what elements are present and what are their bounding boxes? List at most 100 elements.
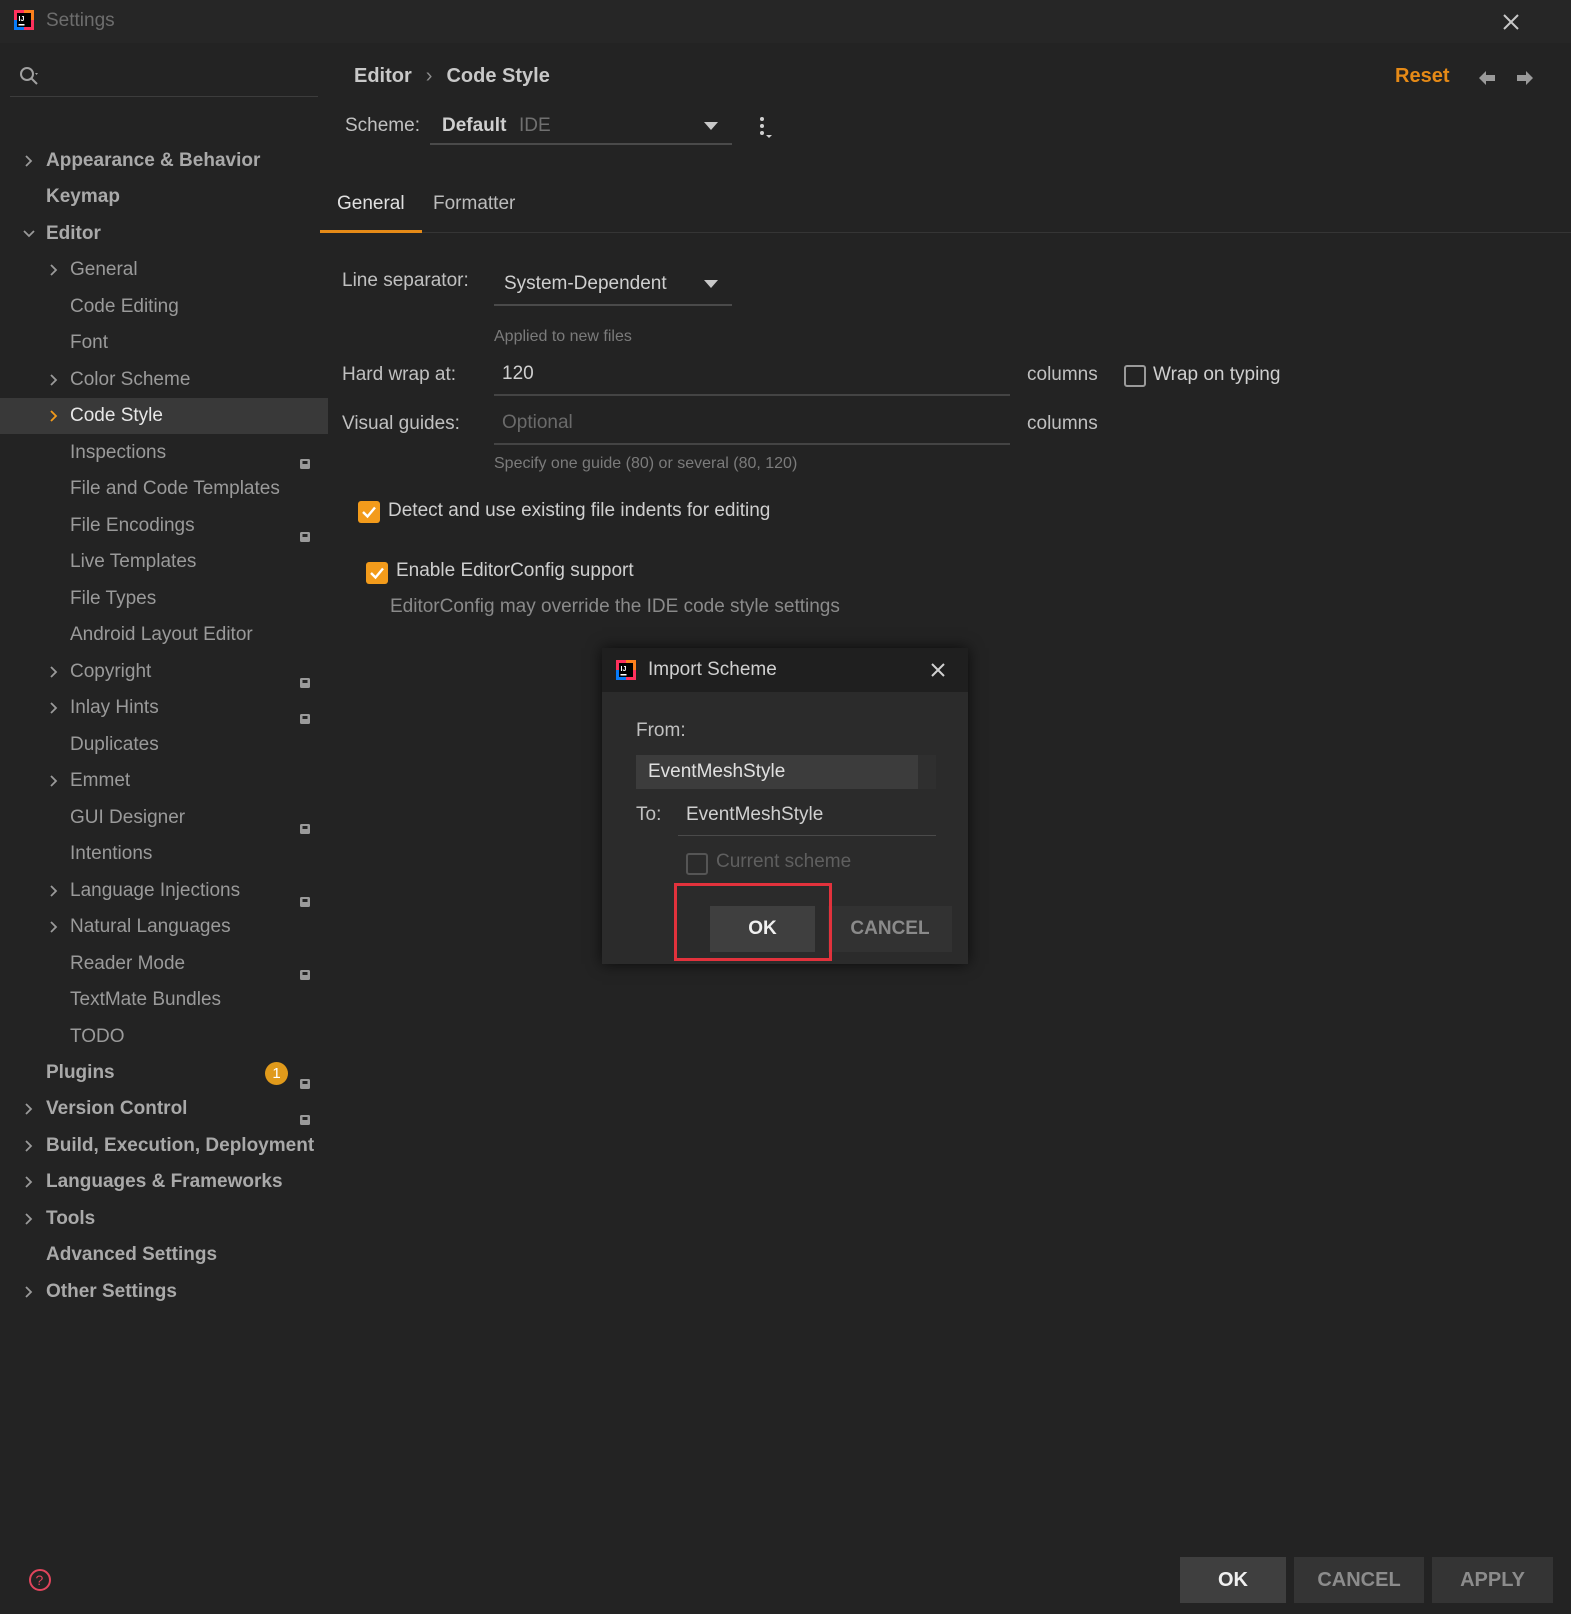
chevron-right-icon[interactable] (47, 774, 61, 788)
sidebar-item-other-settings[interactable]: Other Settings (0, 1274, 328, 1310)
dialog-cancel-button[interactable]: CANCEL (828, 906, 952, 952)
breadcrumb-editor[interactable]: Editor (354, 65, 412, 88)
sidebar-item-reader-mode[interactable]: Reader Mode (0, 946, 328, 982)
sidebar-item-copyright[interactable]: Copyright (0, 654, 328, 690)
chevron-right-icon[interactable] (47, 373, 61, 387)
sidebar-item-languages-frameworks[interactable]: Languages & Frameworks (0, 1164, 328, 1200)
sidebar-item-color-scheme[interactable]: Color Scheme (0, 362, 328, 398)
sidebar-item-label: Editor (46, 223, 101, 244)
sidebar-item-label: Android Layout Editor (70, 624, 253, 645)
sidebar-item-version-control[interactable]: Version Control (0, 1091, 328, 1127)
chevron-right-icon[interactable] (22, 1212, 36, 1226)
chevron-right-icon[interactable] (22, 154, 36, 168)
sidebar-item-todo[interactable]: TODO (0, 1019, 328, 1055)
chevron-right-icon[interactable] (47, 920, 61, 934)
breadcrumb-separator: › (425, 65, 433, 87)
more-options-icon[interactable] (754, 115, 776, 139)
to-input[interactable]: EventMeshStyle (678, 796, 936, 836)
sidebar-item-inspections[interactable]: Inspections (0, 435, 328, 471)
sidebar-item-live-templates[interactable]: Live Templates (0, 544, 328, 580)
sidebar-item-label: TextMate Bundles (70, 989, 222, 1010)
highlight-annotation-box (674, 883, 832, 961)
back-arrow-icon[interactable] (1476, 67, 1498, 89)
sidebar-item-font[interactable]: Font (0, 325, 328, 361)
apply-button[interactable]: APPLY (1432, 1557, 1553, 1603)
close-icon[interactable] (1497, 8, 1525, 36)
line-separator-label: Line separator: (342, 270, 469, 291)
sidebar-item-android-layout-editor[interactable]: Android Layout Editor (0, 617, 328, 653)
sidebar-item-label: Emmet (70, 770, 131, 791)
sidebar-item-intentions[interactable]: Intentions (0, 836, 328, 872)
cancel-button[interactable]: CANCEL (1294, 1557, 1424, 1603)
sidebar-item-label: File Types (70, 588, 157, 609)
wrap-on-typing-checkbox[interactable] (1124, 365, 1146, 387)
chevron-right-icon[interactable] (22, 1175, 36, 1189)
sidebar-item-label: GUI Designer (70, 807, 186, 828)
ok-button[interactable]: OK (1180, 1557, 1286, 1603)
search-icon (20, 67, 38, 85)
hard-wrap-columns-label: columns (1027, 364, 1098, 385)
sidebar-item-natural-languages[interactable]: Natural Languages (0, 909, 328, 945)
sidebar-item-advanced-settings[interactable]: Advanced Settings (0, 1237, 328, 1273)
from-label: From: (636, 720, 686, 741)
chevron-right-icon[interactable] (22, 1102, 36, 1116)
breadcrumb: Editor › Code Style (354, 65, 550, 88)
hard-wrap-input[interactable]: 120 (494, 354, 1010, 396)
reset-link[interactable]: Reset (1395, 65, 1449, 88)
sidebar-item-editor[interactable]: Editor (0, 216, 328, 252)
sidebar-item-code-editing[interactable]: Code Editing (0, 289, 328, 325)
scheme-dropdown[interactable]: Default IDE (430, 107, 732, 145)
chevron-down-icon (704, 280, 718, 288)
sidebar-item-code-style[interactable]: Code Style (0, 398, 328, 434)
svg-text:IJ: IJ (19, 16, 25, 23)
editorconfig-label: Enable EditorConfig support (396, 560, 634, 581)
sidebar-item-build-execution-deployment[interactable]: Build, Execution, Deployment (0, 1128, 328, 1164)
help-icon[interactable]: ? (28, 1568, 52, 1592)
chevron-right-icon[interactable] (47, 884, 61, 898)
line-separator-value: System-Dependent (504, 273, 667, 294)
chevron-down-icon[interactable] (22, 227, 36, 241)
sidebar-item-keymap[interactable]: Keymap (0, 179, 328, 215)
sidebar-item-file-and-code-templates[interactable]: File and Code Templates (0, 471, 328, 507)
chevron-right-icon[interactable] (47, 665, 61, 679)
chevron-right-icon[interactable] (22, 1139, 36, 1153)
sidebar-item-tools[interactable]: Tools (0, 1201, 328, 1237)
checkmark-icon (362, 506, 376, 519)
editorconfig-checkbox[interactable] (366, 562, 388, 584)
chevron-right-icon[interactable] (47, 409, 61, 423)
sidebar-item-emmet[interactable]: Emmet (0, 763, 328, 799)
sidebar-item-label: Code Editing (70, 296, 179, 317)
sidebar-item-file-types[interactable]: File Types (0, 581, 328, 617)
from-list-item[interactable]: EventMeshStyle (636, 755, 936, 789)
close-icon[interactable] (928, 660, 948, 680)
chevron-right-icon[interactable] (22, 1285, 36, 1299)
sidebar-item-label: Plugins (46, 1062, 115, 1083)
sidebar-item-inlay-hints[interactable]: Inlay Hints (0, 690, 328, 726)
settings-search-input[interactable] (10, 59, 318, 97)
sidebar-item-label: Live Templates (70, 551, 197, 572)
sidebar-item-label: Other Settings (46, 1281, 177, 1302)
sidebar-item-appearance-behavior[interactable]: Appearance & Behavior (0, 143, 328, 179)
line-separator-dropdown[interactable]: System-Dependent (494, 262, 732, 306)
breadcrumb-code-style: Code Style (446, 65, 550, 87)
tab-general[interactable]: General (320, 187, 422, 233)
sidebar-item-file-encodings[interactable]: File Encodings (0, 508, 328, 544)
scrollbar[interactable] (918, 755, 936, 789)
sidebar-item-textmate-bundles[interactable]: TextMate Bundles (0, 982, 328, 1018)
tab-formatter[interactable]: Formatter (416, 187, 532, 233)
from-value: EventMeshStyle (648, 761, 786, 782)
sidebar-item-duplicates[interactable]: Duplicates (0, 727, 328, 763)
sidebar-item-general[interactable]: General (0, 252, 328, 288)
intellij-app-icon: IJ (14, 10, 34, 30)
sidebar-item-gui-designer[interactable]: GUI Designer (0, 800, 328, 836)
current-scheme-checkbox[interactable] (686, 853, 708, 875)
sidebar-item-language-injections[interactable]: Language Injections (0, 873, 328, 909)
line-separator-hint: Applied to new files (494, 328, 632, 345)
visual-guides-input[interactable]: Optional (494, 403, 1010, 445)
chevron-right-icon[interactable] (47, 701, 61, 715)
chevron-right-icon[interactable] (47, 263, 61, 277)
svg-text:IJ: IJ (621, 666, 627, 673)
detect-indents-checkbox[interactable] (358, 501, 380, 523)
sidebar-item-plugins[interactable]: Plugins 1 (0, 1055, 328, 1091)
forward-arrow-icon[interactable] (1514, 67, 1536, 89)
